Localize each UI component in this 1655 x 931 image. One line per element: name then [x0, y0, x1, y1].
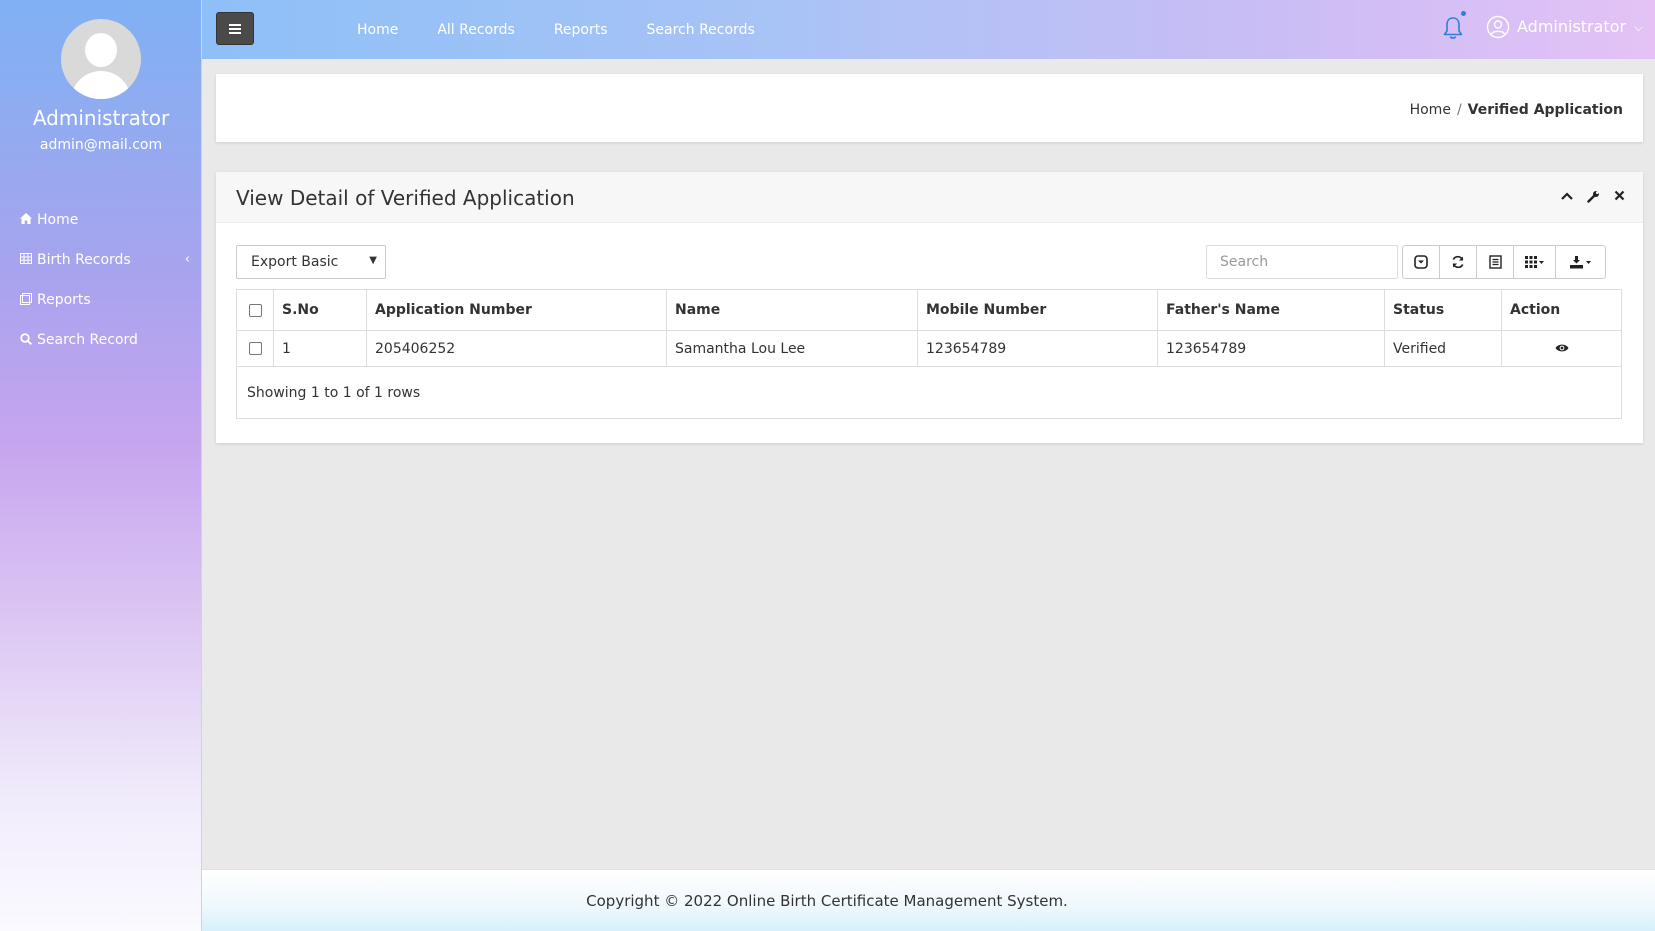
- row-checkbox[interactable]: [248, 342, 262, 355]
- column-header[interactable]: Name: [666, 289, 918, 331]
- search-input[interactable]: [1206, 245, 1398, 279]
- nav-home[interactable]: Home: [357, 22, 398, 38]
- footer: Copyright © 2022 Online Birth Certificat…: [202, 869, 1655, 931]
- breadcrumb-panel: Home / Verified Application: [216, 74, 1643, 142]
- cell-application-number: 205406252: [366, 330, 667, 367]
- cell-sno: 1: [273, 330, 367, 367]
- sidebar: Administrator admin@mail.com Home Birth …: [0, 0, 202, 931]
- wrench-icon[interactable]: [1587, 190, 1600, 207]
- close-icon[interactable]: [1614, 190, 1625, 207]
- top-navbar: Home All Records Reports Search Records …: [202, 0, 1655, 59]
- applications-table: S.No Application Number Name Mobile Numb…: [236, 289, 1622, 367]
- select-all-checkbox[interactable]: [248, 303, 262, 317]
- column-header: Action: [1501, 289, 1622, 331]
- select-all-cell: [236, 289, 274, 331]
- list-icon: [1488, 255, 1502, 269]
- sidebar-nav: Home Birth Records ‹ Reports Search Reco…: [20, 200, 190, 360]
- column-header[interactable]: S.No: [273, 289, 367, 331]
- table-icon: [20, 253, 37, 267]
- cell-father-name: 123654789: [1157, 330, 1385, 367]
- cell-name: Samantha Lou Lee: [666, 330, 918, 367]
- collapse-box-icon: [1414, 255, 1428, 269]
- refresh-button[interactable]: [1439, 245, 1477, 279]
- cell-status: Verified: [1384, 330, 1502, 367]
- report-icon: [20, 292, 37, 308]
- cell-action: [1501, 330, 1622, 367]
- search-icon: [20, 332, 37, 348]
- toggle-view-button[interactable]: [1476, 245, 1514, 279]
- column-header[interactable]: Application Number: [366, 289, 667, 331]
- chevron-down-icon[interactable]: ⌵: [1634, 20, 1643, 35]
- sidebar-user-name: Administrator: [32, 106, 170, 130]
- eye-icon[interactable]: [1555, 343, 1569, 353]
- refresh-icon: [1452, 255, 1464, 269]
- table-header-row: S.No Application Number Name Mobile Numb…: [236, 289, 1622, 331]
- export-select-value: Export Basic: [251, 254, 339, 270]
- user-circle-icon[interactable]: [1486, 15, 1510, 39]
- top-nav: Home All Records Reports Search Records: [357, 0, 794, 59]
- sidebar-item-home[interactable]: Home: [20, 200, 190, 240]
- nav-all-records[interactable]: All Records: [437, 22, 514, 38]
- card-header: View Detail of Verified Application: [216, 172, 1643, 223]
- collapse-icon[interactable]: [1561, 190, 1573, 207]
- column-header[interactable]: Mobile Number: [917, 289, 1158, 331]
- bell-icon[interactable]: [1442, 15, 1464, 41]
- breadcrumb-current: Verified Application: [1467, 102, 1623, 118]
- topbar-user-name[interactable]: Administrator: [1517, 17, 1626, 36]
- card-tools: [1561, 190, 1625, 207]
- column-header[interactable]: Father's Name: [1157, 289, 1385, 331]
- sidebar-item-reports[interactable]: Reports: [20, 280, 190, 320]
- chevron-down-icon: ▼: [369, 255, 377, 266]
- nav-reports[interactable]: Reports: [554, 22, 608, 38]
- sidebar-item-search-record[interactable]: Search Record: [20, 320, 190, 360]
- hamburger-icon: [229, 27, 241, 30]
- breadcrumb-separator: /: [1456, 102, 1462, 118]
- row-select-cell: [236, 330, 274, 367]
- table-row: 1 205406252 Samantha Lou Lee 123654789 1…: [236, 330, 1622, 367]
- pagination-info: Showing 1 to 1 of 1 rows: [236, 366, 1622, 419]
- download-icon: [1569, 255, 1591, 268]
- grid-icon: [1524, 256, 1544, 268]
- breadcrumb: Home / Verified Application: [1410, 102, 1623, 118]
- chevron-left-icon: ‹: [184, 252, 190, 267]
- avatar: [61, 19, 141, 99]
- sidebar-item-label: Reports: [37, 292, 91, 308]
- sidebar-item-label: Search Record: [37, 332, 138, 348]
- table-toolbar: [1402, 245, 1606, 279]
- sidebar-item-birth-records[interactable]: Birth Records ‹: [20, 240, 190, 280]
- breadcrumb-home[interactable]: Home: [1410, 102, 1451, 118]
- export-select[interactable]: Export Basic ▼: [236, 245, 386, 279]
- sidebar-item-label: Birth Records: [37, 252, 131, 268]
- copyright-text: Copyright © 2022 Online Birth Certificat…: [586, 892, 1068, 910]
- nav-search-records[interactable]: Search Records: [647, 22, 755, 38]
- column-header[interactable]: Status: [1384, 289, 1502, 331]
- notification-dot: [1461, 11, 1466, 16]
- page-title: View Detail of Verified Application: [236, 186, 575, 210]
- export-button[interactable]: [1555, 245, 1606, 279]
- cell-mobile-number: 123654789: [917, 330, 1158, 367]
- toggle-pagination-button[interactable]: [1402, 245, 1440, 279]
- verified-application-card: View Detail of Verified Application Expo…: [216, 172, 1643, 443]
- sidebar-user-email: admin@mail.com: [39, 137, 163, 153]
- columns-button[interactable]: [1513, 245, 1556, 279]
- menu-toggle-button[interactable]: [216, 12, 254, 45]
- home-icon: [20, 213, 37, 227]
- sidebar-item-label: Home: [37, 212, 79, 228]
